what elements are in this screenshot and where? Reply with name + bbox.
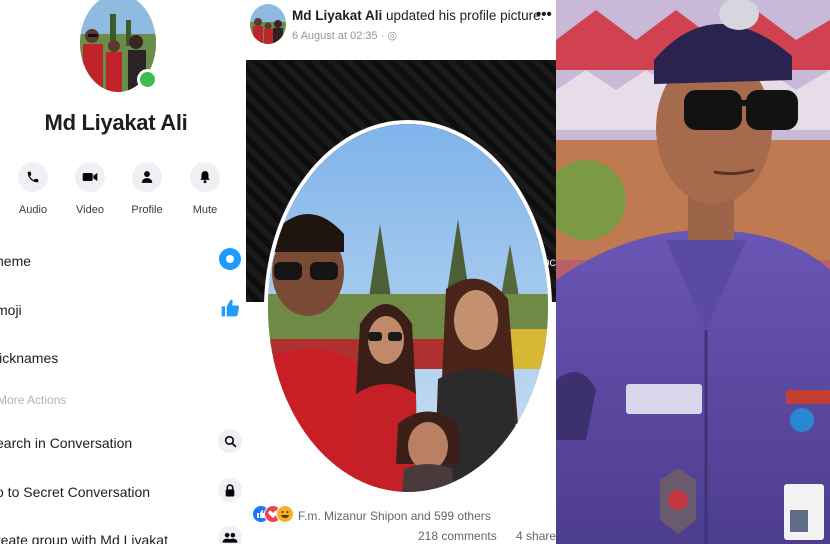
profile-name: Md Liyakat Ali [44, 110, 188, 135]
post-author-avatar[interactable] [250, 4, 286, 44]
menu-nicknames[interactable]: licknames [0, 344, 246, 374]
search-icon [218, 429, 242, 453]
mute-label: Mute [192, 204, 218, 216]
comments-count[interactable]: 218 comments [418, 529, 497, 543]
audio-call-button[interactable]: Audio [8, 162, 58, 216]
view-profile-button[interactable]: Profile [122, 162, 172, 216]
create-group-label: reate group with Md Liyakat [0, 532, 168, 544]
online-status-dot [137, 69, 158, 90]
phone-icon [18, 162, 48, 192]
quick-actions-row: Audio Video Profile Mute [0, 162, 246, 222]
bell-icon [190, 162, 220, 192]
post-author-name[interactable]: Md Liyakat Ali [292, 8, 382, 23]
search-label: earch in Conversation [0, 435, 133, 451]
menu-create-group[interactable]: reate group with Md Liyakat [0, 526, 246, 544]
secret-label: o to Secret Conversation [0, 484, 151, 500]
post-stats: 218 comments 4 shares [418, 529, 556, 543]
globe-icon: · ◎ [380, 30, 398, 42]
nicknames-label: licknames [0, 350, 59, 366]
thumbs-up-icon [218, 296, 242, 320]
theme-label: heme [0, 253, 32, 269]
theme-circle-icon [218, 247, 242, 271]
video-call-button[interactable]: Video [65, 162, 115, 216]
video-label: Video [76, 204, 104, 216]
more-actions-heading: More Actions [0, 393, 67, 407]
emoji-label: moji [0, 302, 22, 318]
menu-search-conversation[interactable]: earch in Conversation [0, 429, 246, 459]
menu-emoji[interactable]: moji [0, 296, 246, 326]
profile-picture[interactable] [264, 120, 552, 496]
lock-icon [218, 478, 242, 502]
messenger-conversation-settings: Md Liyakat Ali Audio Video Profile Mute [0, 0, 246, 544]
video-camera-icon [75, 162, 105, 192]
mute-button[interactable]: Mute [180, 162, 230, 216]
person-icon [132, 162, 162, 192]
audio-label: Audio [18, 204, 48, 216]
portrait-photo [556, 0, 830, 544]
profile-avatar[interactable] [80, 0, 158, 94]
post-title: Md Liyakat Ali updated his profile pictu… [292, 8, 544, 23]
menu-secret-conversation[interactable]: o to Secret Conversation [0, 478, 246, 508]
reactors-summary[interactable]: F.m. Mizanur Shipon and 599 others [298, 509, 491, 523]
shares-count[interactable]: 4 shares [516, 529, 556, 543]
post-action-text: updated his profile picture. [386, 8, 545, 23]
post-meta: 6 August at 02:35 · ◎ [292, 29, 397, 42]
haha-reaction-icon [276, 505, 294, 523]
post-more-options-icon[interactable]: ••• [536, 6, 552, 23]
profile-label: Profile [131, 204, 163, 216]
menu-theme[interactable]: heme [0, 247, 246, 277]
post-date[interactable]: 6 August at 02:35 [292, 30, 378, 42]
facebook-post: Md Liyakat Ali updated his profile pictu… [246, 0, 556, 544]
group-icon [218, 526, 242, 544]
